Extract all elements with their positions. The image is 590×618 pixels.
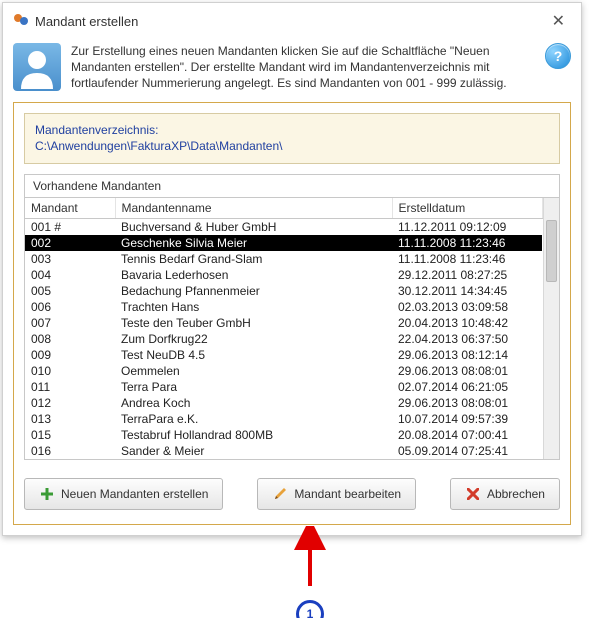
cell-name: Bavaria Lederhosen [115,267,392,283]
cell-name: Buchversand & Huber GmbH [115,219,392,236]
cell-mandant: 005 [25,283,115,299]
col-mandant[interactable]: Mandant [25,198,115,219]
table-header-row: Mandant Mandantenname Erstelldatum [25,198,542,219]
table-row[interactable]: 006Trachten Hans02.03.2013 03:09:58 [25,299,542,315]
cell-mandant: 008 [25,331,115,347]
cell-name: Teste den Teuber GmbH [115,315,392,331]
directory-label: Mandantenverzeichnis: [35,122,549,139]
cell-name: TerraPara e.K. [115,411,392,427]
cell-date: 29.12.2011 08:27:25 [392,267,542,283]
directory-path: C:\Anwendungen\FakturaXP\Data\Mandanten\ [35,138,549,155]
app-icon [13,12,29,31]
cell-date: 22.04.2013 06:37:50 [392,331,542,347]
table-row[interactable]: 002Geschenke Silvia Meier11.11.2008 11:2… [25,235,542,251]
cell-date: 29.06.2013 08:08:01 [392,363,542,379]
cell-name: Bedachung Pfannenmeier [115,283,392,299]
table-row[interactable]: 001 #Buchversand & Huber GmbH11.12.2011 … [25,219,542,236]
table-row[interactable]: 013TerraPara e.K.10.07.2014 09:57:39 [25,411,542,427]
cell-mandant: 013 [25,411,115,427]
cell-mandant: 002 [25,235,115,251]
cell-mandant: 006 [25,299,115,315]
scrollbar[interactable] [543,198,560,459]
avatar-icon [13,43,61,91]
edit-mandant-label: Mandant bearbeiten [294,488,401,500]
cancel-button[interactable]: Abbrechen [450,478,560,510]
cell-date: 11.12.2011 09:12:09 [392,219,542,236]
cell-mandant: 015 [25,427,115,443]
cell-mandant: 009 [25,347,115,363]
cell-date: 30.12.2011 14:34:45 [392,283,542,299]
cell-date: 11.11.2008 11:23:46 [392,251,542,267]
directory-box: Mandantenverzeichnis: C:\Anwendungen\Fak… [24,113,560,165]
col-name[interactable]: Mandantenname [115,198,392,219]
button-row: Neuen Mandanten erstellen Mandant bearbe… [24,478,560,510]
cell-mandant: 004 [25,267,115,283]
cell-date: 20.04.2013 10:48:42 [392,315,542,331]
table-row[interactable]: 010Oemmelen29.06.2013 08:08:01 [25,363,542,379]
edit-mandant-button[interactable]: Mandant bearbeiten [257,478,416,510]
table-row[interactable]: 015Testabruf Hollandrad 800MB20.08.2014 … [25,427,542,443]
mandant-table: Vorhandene Mandanten Mandant Mandantenna… [24,174,560,460]
cell-mandant: 010 [25,363,115,379]
cell-date: 29.06.2013 08:12:14 [392,347,542,363]
annotation-overlay: 1 [0,538,590,618]
cell-mandant: 011 [25,379,115,395]
table-row[interactable]: 011Terra Para02.07.2014 06:21:05 [25,379,542,395]
table-title: Vorhandene Mandanten [25,175,559,198]
col-date[interactable]: Erstelldatum [392,198,542,219]
table-row[interactable]: 004Bavaria Lederhosen29.12.2011 08:27:25 [25,267,542,283]
content-frame: Mandantenverzeichnis: C:\Anwendungen\Fak… [13,102,571,526]
cancel-label: Abbrechen [487,488,545,500]
help-button[interactable]: ? [545,43,571,69]
table-row[interactable]: 012Andrea Koch29.06.2013 08:08:01 [25,395,542,411]
cell-mandant: 016 [25,443,115,459]
cell-date: 29.06.2013 08:08:01 [392,395,542,411]
cancel-icon [465,486,481,502]
pencil-icon [272,486,288,502]
cell-name: Testabruf Hollandrad 800MB [115,427,392,443]
cell-date: 11.11.2008 11:23:46 [392,235,542,251]
cell-name: Andrea Koch [115,395,392,411]
close-button[interactable]: ✕ [546,9,571,33]
cell-date: 05.09.2014 07:25:41 [392,443,542,459]
table-row[interactable]: 016Sander & Meier05.09.2014 07:25:41 [25,443,542,459]
table-row[interactable]: 007Teste den Teuber GmbH20.04.2013 10:48… [25,315,542,331]
cell-date: 02.03.2013 03:09:58 [392,299,542,315]
header-area: Zur Erstellung eines neuen Mandanten kli… [3,37,581,102]
cell-name: Oemmelen [115,363,392,379]
cell-date: 20.08.2014 07:00:41 [392,427,542,443]
cell-name: Zum Dorfkrug22 [115,331,392,347]
cell-name: Test NeuDB 4.5 [115,347,392,363]
cell-name: Trachten Hans [115,299,392,315]
table-row[interactable]: 005Bedachung Pfannenmeier30.12.2011 14:3… [25,283,542,299]
cell-date: 02.07.2014 06:21:05 [392,379,542,395]
titlebar: Mandant erstellen ✕ [3,3,581,37]
cell-name: Terra Para [115,379,392,395]
new-mandant-label: Neuen Mandanten erstellen [61,488,208,500]
table-row[interactable]: 008Zum Dorfkrug2222.04.2013 06:37:50 [25,331,542,347]
plus-icon [39,486,55,502]
table-row[interactable]: 009Test NeuDB 4.529.06.2013 08:12:14 [25,347,542,363]
cell-name: Geschenke Silvia Meier [115,235,392,251]
annotation-marker: 1 [296,600,324,618]
table-row[interactable]: 003Tennis Bedarf Grand-Slam11.11.2008 11… [25,251,542,267]
new-mandant-button[interactable]: Neuen Mandanten erstellen [24,478,223,510]
dialog-window: Mandant erstellen ✕ Zur Erstellung eines… [2,2,582,536]
header-description: Zur Erstellung eines neuen Mandanten kli… [71,43,535,92]
cell-mandant: 003 [25,251,115,267]
cell-mandant: 001 # [25,219,115,236]
cell-mandant: 007 [25,315,115,331]
cell-name: Tennis Bedarf Grand-Slam [115,251,392,267]
cell-date: 10.07.2014 09:57:39 [392,411,542,427]
cell-mandant: 012 [25,395,115,411]
window-title: Mandant erstellen [35,14,138,29]
arrow-icon [280,526,340,596]
cell-name: Sander & Meier [115,443,392,459]
scrollbar-thumb[interactable] [546,220,558,282]
